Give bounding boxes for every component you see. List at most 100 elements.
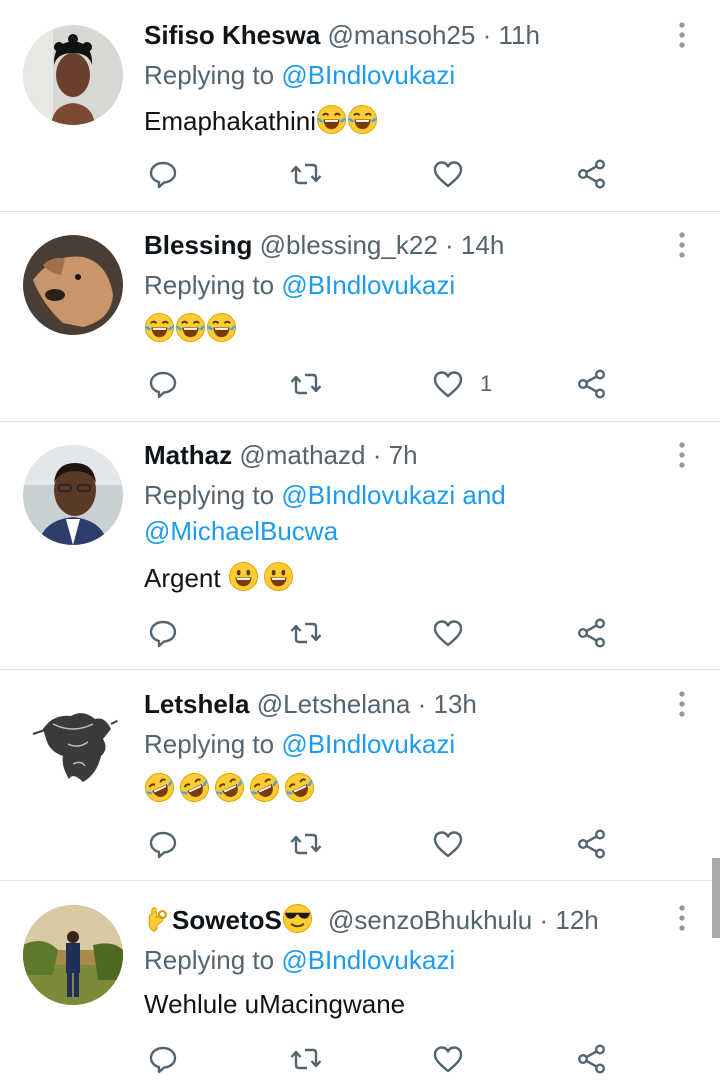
tweet-text-body: Argent bbox=[144, 563, 228, 593]
ok-hand-icon bbox=[144, 904, 172, 934]
user-handle[interactable]: @senzoBhukhulu bbox=[328, 905, 532, 935]
tweet-text: Wehlule uMacingwane bbox=[144, 987, 405, 1021]
tweet-item[interactable]: Letshela @Letshelana · 13h Replying to @… bbox=[0, 670, 720, 882]
tweet-header: SowetoS @senzoBhukhulu · 12h bbox=[144, 903, 599, 936]
mention-link[interactable]: @BIndlovukazi bbox=[281, 480, 455, 510]
reply-button[interactable] bbox=[147, 364, 179, 404]
avatar[interactable] bbox=[23, 235, 123, 335]
share-button[interactable] bbox=[576, 824, 608, 864]
mention-link[interactable]: @BIndlovukazi bbox=[281, 270, 455, 300]
tweet-item[interactable]: Mathaz @mathazd · 7h Replying to @BIndlo… bbox=[0, 422, 720, 670]
action-bar bbox=[0, 1039, 720, 1079]
scrollbar-thumb[interactable] bbox=[712, 858, 720, 938]
timestamp[interactable]: 12h bbox=[555, 905, 598, 935]
like-button[interactable] bbox=[432, 1039, 480, 1079]
like-button[interactable] bbox=[432, 613, 480, 653]
action-bar bbox=[0, 824, 720, 864]
rolling-on-the-floor-laughing-icon bbox=[249, 772, 280, 803]
more-options-icon[interactable] bbox=[673, 440, 691, 470]
replying-to-label: Replying to bbox=[144, 270, 275, 300]
mention-link[interactable]: @BIndlovukazi bbox=[281, 729, 455, 759]
tweet-item[interactable]: SowetoS @senzoBhukhulu · 12h Replying to… bbox=[0, 881, 720, 1090]
retweet-icon bbox=[289, 158, 323, 190]
more-options-icon[interactable] bbox=[673, 689, 691, 719]
face-with-tears-of-joy-icon bbox=[316, 104, 347, 135]
action-bar bbox=[0, 154, 720, 194]
separator-dot: · bbox=[372, 440, 382, 470]
share-button[interactable] bbox=[576, 613, 608, 653]
retweet-button[interactable] bbox=[289, 364, 323, 404]
retweet-button[interactable] bbox=[289, 824, 323, 864]
replying-to-label: Replying to bbox=[144, 729, 275, 759]
face-with-tears-of-joy-icon bbox=[347, 104, 378, 135]
more-options-icon[interactable] bbox=[673, 903, 691, 933]
tweet-text: Emaphakathini bbox=[144, 104, 378, 138]
avatar[interactable] bbox=[23, 905, 123, 1005]
display-name[interactable]: Sifiso Kheswa bbox=[144, 20, 320, 50]
display-name[interactable]: Mathaz bbox=[144, 440, 232, 470]
display-name[interactable]: Letshela bbox=[144, 689, 250, 719]
like-button[interactable]: 1 bbox=[432, 364, 492, 404]
display-name[interactable]: Blessing bbox=[144, 230, 252, 260]
tweet-text bbox=[144, 312, 237, 346]
heart-icon bbox=[432, 1043, 464, 1075]
share-icon bbox=[576, 368, 608, 400]
tweet-item[interactable]: Sifiso Kheswa @mansoh25 · 11h Replying t… bbox=[0, 0, 720, 212]
share-button[interactable] bbox=[576, 364, 608, 404]
timestamp[interactable]: 13h bbox=[434, 689, 477, 719]
retweet-button[interactable] bbox=[289, 154, 323, 194]
action-bar bbox=[0, 613, 720, 653]
reply-button[interactable] bbox=[147, 824, 179, 864]
rolling-on-the-floor-laughing-icon bbox=[284, 772, 315, 803]
avatar[interactable] bbox=[23, 694, 123, 794]
mention-link[interactable]: @MichaelBucwa bbox=[144, 516, 338, 546]
reply-button[interactable] bbox=[147, 1039, 179, 1079]
tweet-text: Argent bbox=[144, 561, 294, 595]
action-bar: 1 bbox=[0, 364, 720, 404]
like-button[interactable] bbox=[432, 154, 480, 194]
rolling-on-the-floor-laughing-icon bbox=[144, 772, 175, 803]
mention-link[interactable]: @BIndlovukazi bbox=[281, 945, 455, 975]
avatar[interactable] bbox=[23, 25, 123, 125]
retweet-button[interactable] bbox=[289, 1039, 323, 1079]
share-icon bbox=[576, 1043, 608, 1075]
timestamp[interactable]: 14h bbox=[461, 230, 504, 260]
separator-dot: · bbox=[445, 230, 454, 260]
more-options-icon[interactable] bbox=[673, 20, 691, 50]
reply-button[interactable] bbox=[147, 154, 179, 194]
heart-icon bbox=[432, 617, 464, 649]
reply-icon bbox=[147, 1043, 179, 1075]
user-handle[interactable]: @Letshelana bbox=[257, 689, 411, 719]
like-button[interactable] bbox=[432, 824, 480, 864]
grinning-face-icon bbox=[263, 561, 294, 592]
retweet-button[interactable] bbox=[289, 613, 323, 653]
user-handle[interactable]: @mansoh25 bbox=[328, 20, 476, 50]
user-handle[interactable]: @blessing_k22 bbox=[260, 230, 438, 260]
replying-to-line: Replying to @BIndlovukazi bbox=[144, 942, 455, 978]
mention-link[interactable]: @BIndlovukazi bbox=[281, 60, 455, 90]
more-options-icon[interactable] bbox=[673, 230, 691, 260]
reply-button[interactable] bbox=[147, 613, 179, 653]
timestamp[interactable]: 11h bbox=[498, 20, 539, 50]
tweet-text-body: Emaphakathini bbox=[144, 106, 316, 136]
avatar[interactable] bbox=[23, 445, 123, 545]
separator-dot: · bbox=[482, 20, 492, 50]
grinning-face-icon bbox=[228, 561, 259, 592]
retweet-icon bbox=[289, 368, 323, 400]
share-button[interactable] bbox=[576, 1039, 608, 1079]
rolling-on-the-floor-laughing-icon bbox=[214, 772, 245, 803]
replying-to-line: Replying to @BIndlovukazi bbox=[144, 726, 455, 762]
tweet-item[interactable]: Blessing @blessing_k22 · 14h Replying to… bbox=[0, 212, 720, 422]
replying-to-label: Replying to bbox=[144, 60, 275, 90]
replying-to-line: Replying to @BIndlovukazi and @MichaelBu… bbox=[144, 477, 506, 549]
timestamp[interactable]: 7h bbox=[389, 440, 418, 470]
tweet-text-body: Wehlule uMacingwane bbox=[144, 989, 406, 1019]
display-name[interactable]: SowetoS bbox=[172, 905, 282, 935]
mention-conjunction: and bbox=[462, 480, 506, 510]
share-button[interactable] bbox=[576, 154, 608, 194]
user-handle[interactable]: @mathazd bbox=[239, 440, 365, 470]
replying-to-line: Replying to @BIndlovukazi bbox=[144, 267, 455, 303]
tweet-header: Mathaz @mathazd · 7h bbox=[144, 439, 418, 471]
face-with-tears-of-joy-icon bbox=[144, 312, 175, 343]
retweet-icon bbox=[289, 1043, 323, 1075]
